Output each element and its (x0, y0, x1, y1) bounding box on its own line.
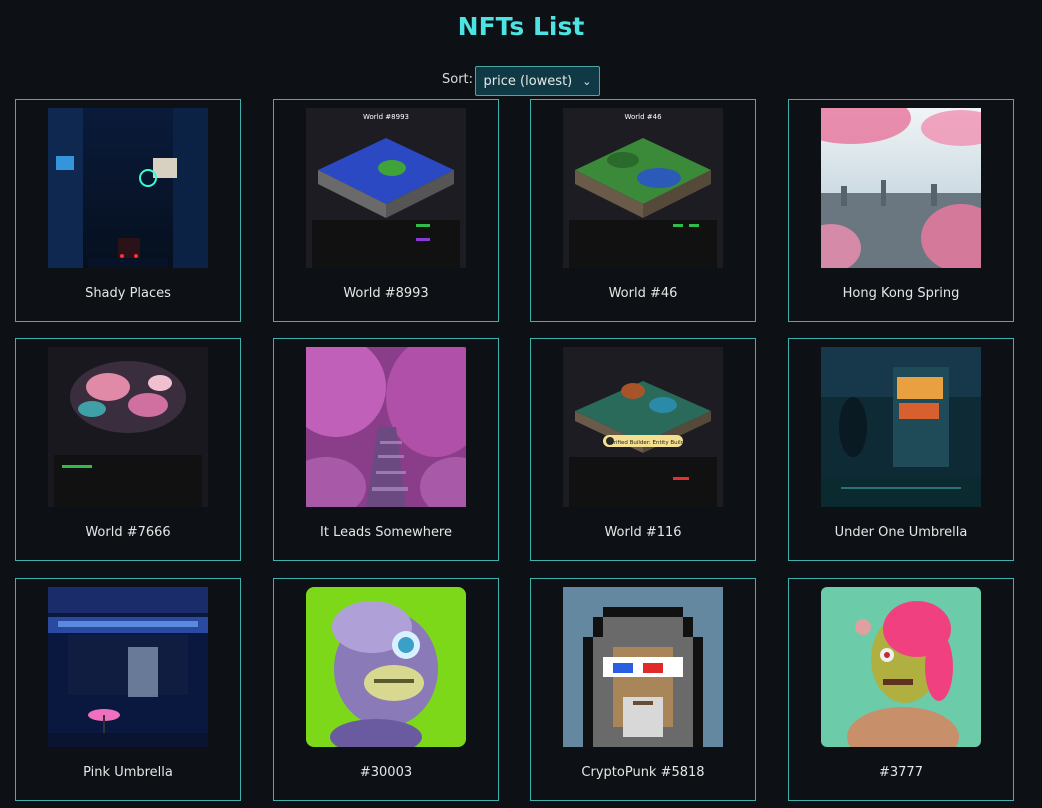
nft-title: It Leads Somewhere (320, 525, 452, 540)
nft-image (306, 587, 466, 747)
nft-title: World #8993 (343, 286, 429, 301)
chevron-down-icon: ⌄ (582, 74, 592, 88)
nft-image-text: World #8993 (363, 113, 409, 121)
nft-image: World #8993 (306, 108, 466, 268)
nft-title: Under One Umbrella (834, 525, 968, 540)
sort-selected-value: price (lowest) (483, 73, 573, 89)
nft-card[interactable]: World #7666 (15, 338, 241, 561)
sort-bar: Sort: price (lowest) ⌄ (0, 66, 1042, 96)
nft-title: #30003 (359, 765, 413, 780)
nft-image (821, 347, 981, 507)
nft-card[interactable]: Under One Umbrella (788, 338, 1014, 561)
nft-title: Pink Umbrella (83, 765, 173, 780)
nft-image (48, 347, 208, 507)
nft-card[interactable]: Verified Builder: Entity Builds World #1… (530, 338, 756, 561)
nft-image (821, 108, 981, 268)
nft-image: Verified Builder: Entity Builds (563, 347, 723, 507)
nft-image-text: World #46 (624, 113, 662, 121)
nft-image (306, 347, 466, 507)
nft-card[interactable]: It Leads Somewhere (273, 338, 499, 561)
nft-title: World #7666 (85, 525, 171, 540)
sort-label: Sort: (441, 71, 474, 87)
nft-card[interactable]: #30003 (273, 578, 499, 801)
nft-title: CryptoPunk #5818 (581, 765, 705, 780)
verified-badge-text: Verified Builder: Entity Builds (607, 440, 687, 446)
nft-card[interactable]: World #46 World #46 (530, 99, 756, 322)
nft-image (48, 587, 208, 747)
nft-title: World #116 (604, 525, 682, 540)
nft-card[interactable]: Pink Umbrella (15, 578, 241, 801)
nft-title: World #46 (608, 286, 678, 301)
nft-card[interactable]: CryptoPunk #5818 (530, 578, 756, 801)
nft-title: Hong Kong Spring (842, 286, 960, 301)
nft-title: Shady Places (85, 286, 171, 301)
nft-card[interactable]: Hong Kong Spring (788, 99, 1014, 322)
nft-image (48, 108, 208, 268)
nft-title: #3777 (879, 765, 923, 780)
nft-image: World #46 (563, 108, 723, 268)
page-title: NFTs List (457, 12, 585, 41)
nft-image (821, 587, 981, 747)
nft-card[interactable]: Shady Places (15, 99, 241, 322)
nft-card[interactable]: #3777 (788, 578, 1014, 801)
nft-card[interactable]: World #8993 World #8993 (273, 99, 499, 322)
nft-image (563, 587, 723, 747)
sort-select[interactable]: price (lowest) ⌄ (475, 66, 601, 96)
